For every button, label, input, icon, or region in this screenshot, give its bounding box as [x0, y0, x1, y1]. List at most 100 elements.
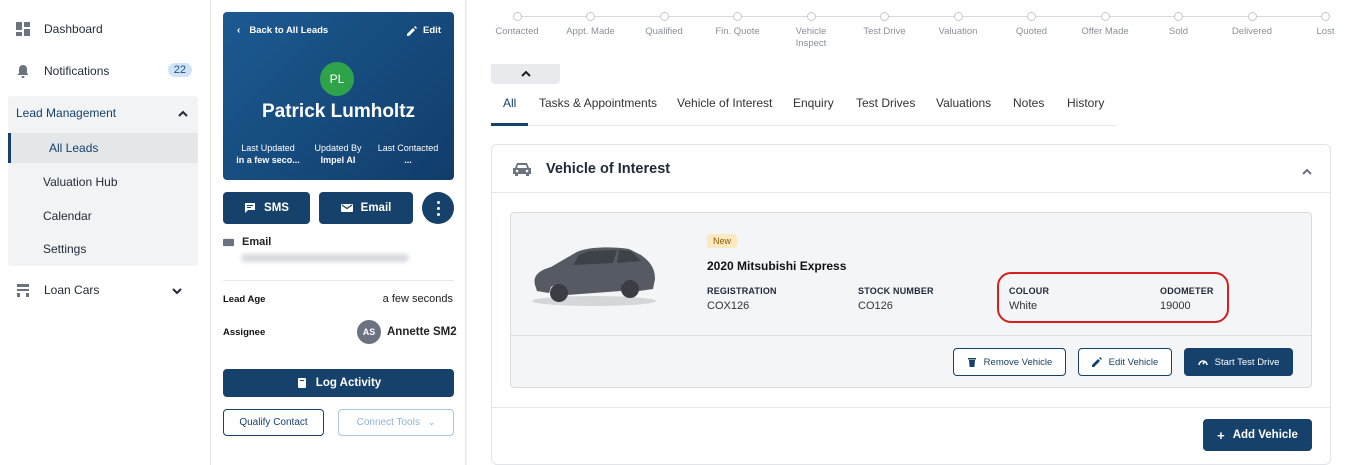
stage-dot: [806, 12, 816, 21]
stage-dot: [1247, 12, 1257, 21]
remove-vehicle-button[interactable]: Remove Vehicle: [953, 348, 1066, 376]
chevron-down-icon: ⌄: [427, 417, 436, 427]
stage-step[interactable]: Lost: [1289, 12, 1350, 38]
meta-last-updated: Last Updated in a few seco...: [233, 142, 303, 166]
remove-vehicle-label: Remove Vehicle: [983, 356, 1053, 368]
stage-step[interactable]: Contacted: [480, 12, 554, 38]
tab-vehicle-of-interest[interactable]: Vehicle of Interest: [677, 96, 772, 110]
meta-last-contacted-label: Last Contacted: [377, 143, 439, 153]
stage-step[interactable]: Delivered: [1215, 12, 1289, 38]
lead-name: Patrick Lumholtz: [261, 101, 416, 122]
stage-dot: [512, 12, 522, 21]
nav-loan-cars[interactable]: Loan Cars: [8, 273, 198, 307]
connect-tools-button[interactable]: Connect Tools ⌄: [338, 409, 454, 436]
assignee-name[interactable]: Annette SM2: [387, 326, 457, 338]
stage-label: Appt. Made: [566, 26, 615, 37]
tab-test-drives[interactable]: Test Drives: [856, 96, 915, 110]
meta-updated-by: Updated By Impel AI: [303, 142, 373, 166]
log-activity-button[interactable]: Log Activity: [223, 369, 454, 397]
chevron-up-icon[interactable]: [1302, 165, 1312, 179]
stage-step[interactable]: Qualified: [627, 12, 701, 38]
add-vehicle-button[interactable]: + Add Vehicle: [1203, 419, 1312, 451]
stage-dot: [733, 12, 742, 21]
tab-history[interactable]: History: [1067, 96, 1104, 110]
divider: [492, 407, 1330, 408]
stage-label: Lost: [1316, 26, 1335, 37]
trash-icon: [967, 358, 976, 367]
nav-settings[interactable]: Settings: [8, 234, 198, 264]
tab-tasks-appointments[interactable]: Tasks & Appointments: [539, 96, 657, 110]
edit-vehicle-label: Edit Vehicle: [1108, 356, 1159, 368]
lead-age-value: a few seconds: [382, 293, 453, 305]
assignee-avatar: AS: [357, 320, 381, 344]
edit-vehicle-button[interactable]: Edit Vehicle: [1078, 348, 1172, 376]
meta-last-updated-label: Last Updated: [241, 143, 295, 153]
stage-step[interactable]: Sold: [1142, 12, 1216, 38]
vehicle-of-interest-panel: Vehicle of Interest New 2020 Mitsubishi …: [491, 144, 1331, 465]
edit-lead-button[interactable]: Edit: [407, 25, 441, 36]
lead-avatar: PL: [320, 62, 354, 96]
stage-label: Valuation: [938, 26, 978, 37]
stage-step[interactable]: Offer Made: [1068, 12, 1142, 38]
stage-step[interactable]: Appt. Made: [554, 12, 628, 38]
tab-valuations[interactable]: Valuations: [936, 96, 991, 110]
notebook-icon: [297, 378, 306, 388]
stage-step[interactable]: Quoted: [995, 12, 1069, 38]
stage-step[interactable]: Vehicle Inspect: [774, 12, 848, 50]
nav-lead-management-label: Lead Management: [16, 106, 117, 120]
chevron-up-icon: [520, 70, 531, 77]
stage-dot: [880, 12, 889, 21]
sms-button[interactable]: SMS: [223, 192, 310, 224]
vehicle-card: New 2020 Mitsubishi Express REGISTRATION…: [510, 212, 1312, 388]
car-icon: [512, 160, 532, 181]
vehicle-condition-badge: New: [707, 234, 738, 248]
vehicle-title: 2020 Mitsubishi Express: [707, 259, 847, 273]
registration-value: COX126: [707, 300, 750, 312]
tab-all[interactable]: All: [503, 96, 516, 110]
start-test-drive-label: Start Test Drive: [1214, 356, 1280, 368]
divider: [223, 280, 454, 281]
lead-header-card: ‹ Back to All Leads Edit PL Patrick Lumh…: [223, 12, 454, 180]
email-field-label-text: Email: [242, 236, 272, 248]
tab-notes[interactable]: Notes: [1013, 96, 1044, 110]
chevron-up-icon[interactable]: [178, 108, 188, 118]
nav-lead-management[interactable]: Lead Management: [8, 96, 198, 131]
collapse-stages-button[interactable]: [491, 64, 560, 84]
nav-all-leads[interactable]: All Leads: [8, 133, 198, 163]
qualify-contact-button[interactable]: Qualify Contact: [223, 409, 324, 436]
stage-step[interactable]: Valuation: [921, 12, 995, 38]
meta-last-contacted: Last Contacted ...: [373, 142, 443, 166]
nav-calendar[interactable]: Calendar: [8, 201, 198, 231]
tab-enquiry[interactable]: Enquiry: [793, 96, 834, 110]
panel-header[interactable]: Vehicle of Interest: [492, 145, 1330, 193]
email-button[interactable]: Email: [319, 192, 413, 224]
stage-dot: [1321, 12, 1330, 21]
stage-label: Qualified: [645, 26, 683, 37]
stage-step[interactable]: Test Drive: [848, 12, 922, 38]
dashboard-icon: [16, 22, 30, 36]
start-test-drive-button[interactable]: Start Test Drive: [1184, 348, 1293, 376]
chevron-down-icon[interactable]: [172, 285, 182, 295]
highlight-annotation: [997, 272, 1229, 323]
mail-icon: [340, 204, 353, 212]
stage-dot: [586, 12, 595, 21]
nav-valuation-hub[interactable]: Valuation Hub: [8, 167, 198, 197]
lead-detail-main: Contacted Appt. Made Qualified Fin. Quote Ve…: [467, 0, 1350, 465]
email-label: Email: [360, 202, 392, 214]
nav-dashboard[interactable]: Dashboard: [8, 12, 198, 46]
back-to-leads-link[interactable]: ‹ Back to All Leads: [237, 25, 328, 36]
stage-label: Test Drive: [863, 26, 906, 37]
sidebar-nav: Dashboard Notifications 22 Lead Manageme…: [0, 0, 211, 465]
more-options-button[interactable]: [422, 192, 454, 224]
stage-step[interactable]: Fin. Quote: [701, 12, 775, 38]
nav-notifications[interactable]: Notifications 22: [8, 54, 198, 88]
divider: [511, 335, 1311, 336]
log-activity-label: Log Activity: [315, 377, 382, 389]
stage-label: Delivered: [1231, 26, 1273, 37]
loan-cars-icon: [16, 283, 30, 297]
stage-label: Offer Made: [1081, 26, 1129, 37]
stock-number-value: CO126: [858, 300, 893, 312]
meta-last-updated-value: in a few seco...: [236, 155, 300, 165]
bell-icon: [16, 64, 30, 78]
meta-updated-by-value: Impel AI: [320, 155, 356, 165]
